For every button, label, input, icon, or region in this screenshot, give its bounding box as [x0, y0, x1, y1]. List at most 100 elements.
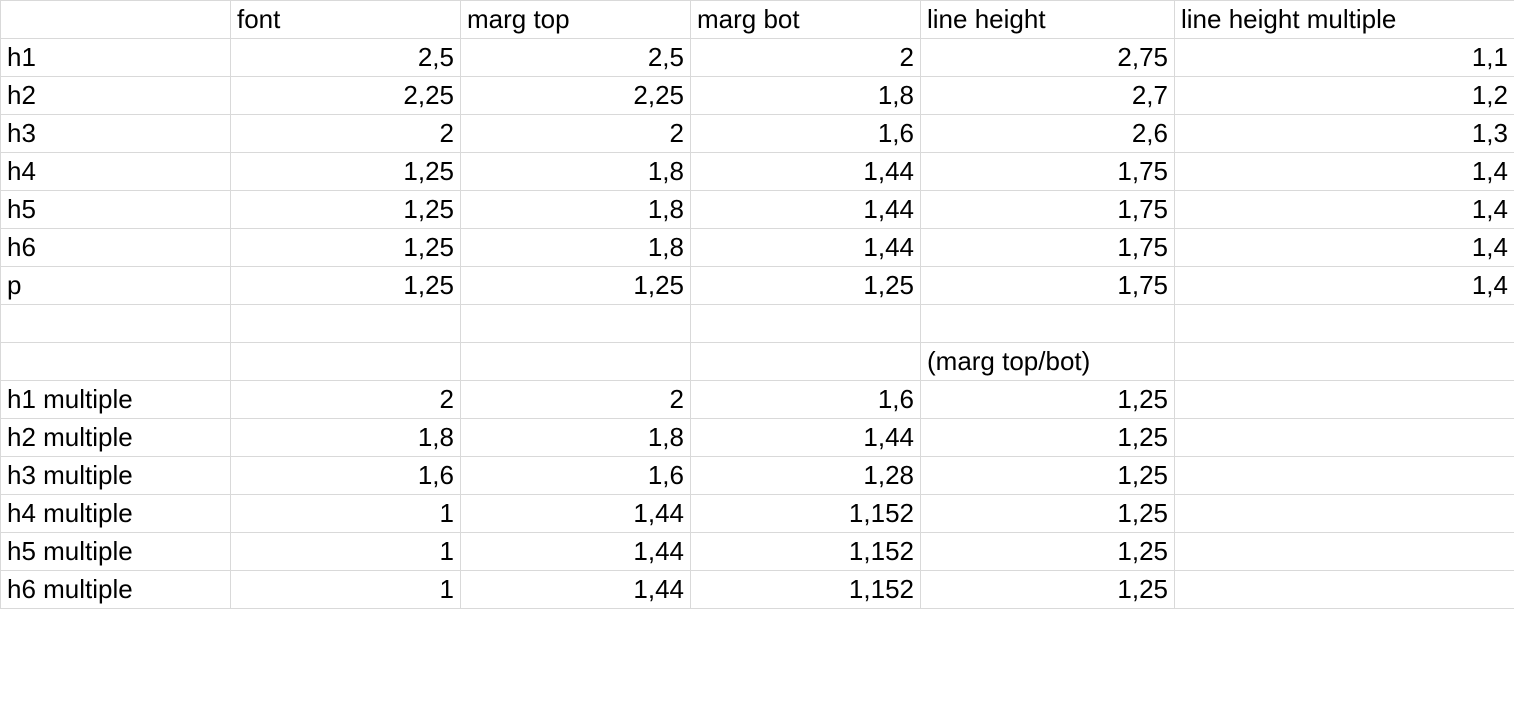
empty-cell[interactable]	[461, 305, 691, 343]
cell-font[interactable]: 1,25	[231, 153, 461, 191]
cell-marg-bot[interactable]: 1,28	[691, 457, 921, 495]
row-label[interactable]: h6	[1, 229, 231, 267]
empty-cell[interactable]	[231, 305, 461, 343]
cell-marg-top[interactable]: 1,8	[461, 229, 691, 267]
cell-marg-top[interactable]: 1,25	[461, 267, 691, 305]
empty-cell[interactable]	[1, 343, 231, 381]
empty-cell[interactable]	[1175, 571, 1514, 609]
cell-font[interactable]: 1	[231, 571, 461, 609]
empty-cell[interactable]	[1175, 343, 1514, 381]
header-cell-marg-bot[interactable]: marg bot	[691, 1, 921, 39]
cell-marg-top[interactable]: 1,44	[461, 571, 691, 609]
cell-ratio[interactable]: 1,25	[921, 571, 1175, 609]
header-cell-line-height[interactable]: line height	[921, 1, 1175, 39]
cell-marg-top[interactable]: 1,44	[461, 495, 691, 533]
cell-marg-bot[interactable]: 1,6	[691, 115, 921, 153]
cell-marg-bot[interactable]: 1,8	[691, 77, 921, 115]
empty-cell[interactable]	[1175, 419, 1514, 457]
row-label[interactable]: h2	[1, 77, 231, 115]
cell-marg-bot[interactable]: 1,6	[691, 381, 921, 419]
cell-line-height-multiple[interactable]: 1,4	[1175, 267, 1514, 305]
cell-marg-bot[interactable]: 1,152	[691, 495, 921, 533]
empty-cell[interactable]	[1175, 533, 1514, 571]
table-row: p 1,25 1,25 1,25 1,75 1,4	[1, 267, 1514, 305]
row-label[interactable]: h5	[1, 191, 231, 229]
cell-line-height-multiple[interactable]: 1,4	[1175, 153, 1514, 191]
cell-line-height-multiple[interactable]: 1,4	[1175, 191, 1514, 229]
row-label[interactable]: h6 multiple	[1, 571, 231, 609]
cell-marg-top[interactable]: 1,8	[461, 419, 691, 457]
cell-line-height[interactable]: 1,75	[921, 267, 1175, 305]
cell-marg-bot[interactable]: 1,152	[691, 571, 921, 609]
cell-ratio[interactable]: 1,25	[921, 495, 1175, 533]
cell-marg-top[interactable]: 2,25	[461, 77, 691, 115]
cell-line-height[interactable]: 2,75	[921, 39, 1175, 77]
cell-marg-top[interactable]: 2,5	[461, 39, 691, 77]
cell-font[interactable]: 1,6	[231, 457, 461, 495]
row-label[interactable]: h1 multiple	[1, 381, 231, 419]
row-label[interactable]: h3	[1, 115, 231, 153]
empty-cell[interactable]	[231, 343, 461, 381]
cell-line-height-multiple[interactable]: 1,2	[1175, 77, 1514, 115]
cell-ratio[interactable]: 1,25	[921, 419, 1175, 457]
row-label[interactable]: h2 multiple	[1, 419, 231, 457]
cell-font[interactable]: 1,25	[231, 191, 461, 229]
cell-line-height[interactable]: 1,75	[921, 229, 1175, 267]
cell-line-height-multiple[interactable]: 1,1	[1175, 39, 1514, 77]
empty-cell[interactable]	[1175, 305, 1514, 343]
cell-line-height-multiple[interactable]: 1,3	[1175, 115, 1514, 153]
header-cell-line-height-multiple[interactable]: line height multiple	[1175, 1, 1514, 39]
cell-ratio[interactable]: 1,25	[921, 457, 1175, 495]
empty-cell[interactable]	[921, 305, 1175, 343]
empty-cell[interactable]	[1175, 495, 1514, 533]
spreadsheet-table[interactable]: font marg top marg bot line height line …	[0, 0, 1514, 609]
cell-font[interactable]: 1,25	[231, 229, 461, 267]
empty-cell[interactable]	[461, 343, 691, 381]
row-label[interactable]: h4	[1, 153, 231, 191]
cell-font[interactable]: 1	[231, 533, 461, 571]
cell-line-height-multiple[interactable]: 1,4	[1175, 229, 1514, 267]
cell-marg-top[interactable]: 2	[461, 381, 691, 419]
row-label[interactable]: h4 multiple	[1, 495, 231, 533]
empty-cell[interactable]	[1175, 381, 1514, 419]
cell-line-height[interactable]: 1,75	[921, 153, 1175, 191]
table-row: h1 multiple 2 2 1,6 1,25	[1, 381, 1514, 419]
empty-cell[interactable]	[691, 305, 921, 343]
row-label[interactable]: h5 multiple	[1, 533, 231, 571]
cell-line-height[interactable]: 2,6	[921, 115, 1175, 153]
header-cell-marg-top[interactable]: marg top	[461, 1, 691, 39]
cell-marg-bot[interactable]: 1,44	[691, 229, 921, 267]
cell-font[interactable]: 2,25	[231, 77, 461, 115]
cell-font[interactable]: 1	[231, 495, 461, 533]
cell-marg-top[interactable]: 1,6	[461, 457, 691, 495]
cell-font[interactable]: 2	[231, 115, 461, 153]
cell-font[interactable]: 1,8	[231, 419, 461, 457]
cell-font[interactable]: 2	[231, 381, 461, 419]
cell-marg-bot[interactable]: 1,44	[691, 191, 921, 229]
row-label[interactable]: p	[1, 267, 231, 305]
cell-ratio[interactable]: 1,25	[921, 381, 1175, 419]
cell-marg-top[interactable]: 2	[461, 115, 691, 153]
cell-marg-top[interactable]: 1,8	[461, 153, 691, 191]
cell-marg-bot[interactable]: 1,152	[691, 533, 921, 571]
row-label[interactable]: h3 multiple	[1, 457, 231, 495]
header-cell-font[interactable]: font	[231, 1, 461, 39]
row-label[interactable]: h1	[1, 39, 231, 77]
cell-marg-bot[interactable]: 1,44	[691, 153, 921, 191]
cell-font[interactable]: 2,5	[231, 39, 461, 77]
note-cell[interactable]: (marg top/bot)	[921, 343, 1175, 381]
cell-ratio[interactable]: 1,25	[921, 533, 1175, 571]
cell-marg-bot[interactable]: 1,44	[691, 419, 921, 457]
empty-cell[interactable]	[1, 305, 231, 343]
cell-marg-top[interactable]: 1,8	[461, 191, 691, 229]
cell-marg-top[interactable]: 1,44	[461, 533, 691, 571]
empty-cell[interactable]	[691, 343, 921, 381]
cell-marg-bot[interactable]: 2	[691, 39, 921, 77]
empty-cell[interactable]	[1175, 457, 1514, 495]
table-row: h5 1,25 1,8 1,44 1,75 1,4	[1, 191, 1514, 229]
header-cell-empty[interactable]	[1, 1, 231, 39]
cell-font[interactable]: 1,25	[231, 267, 461, 305]
cell-line-height[interactable]: 1,75	[921, 191, 1175, 229]
cell-line-height[interactable]: 2,7	[921, 77, 1175, 115]
cell-marg-bot[interactable]: 1,25	[691, 267, 921, 305]
